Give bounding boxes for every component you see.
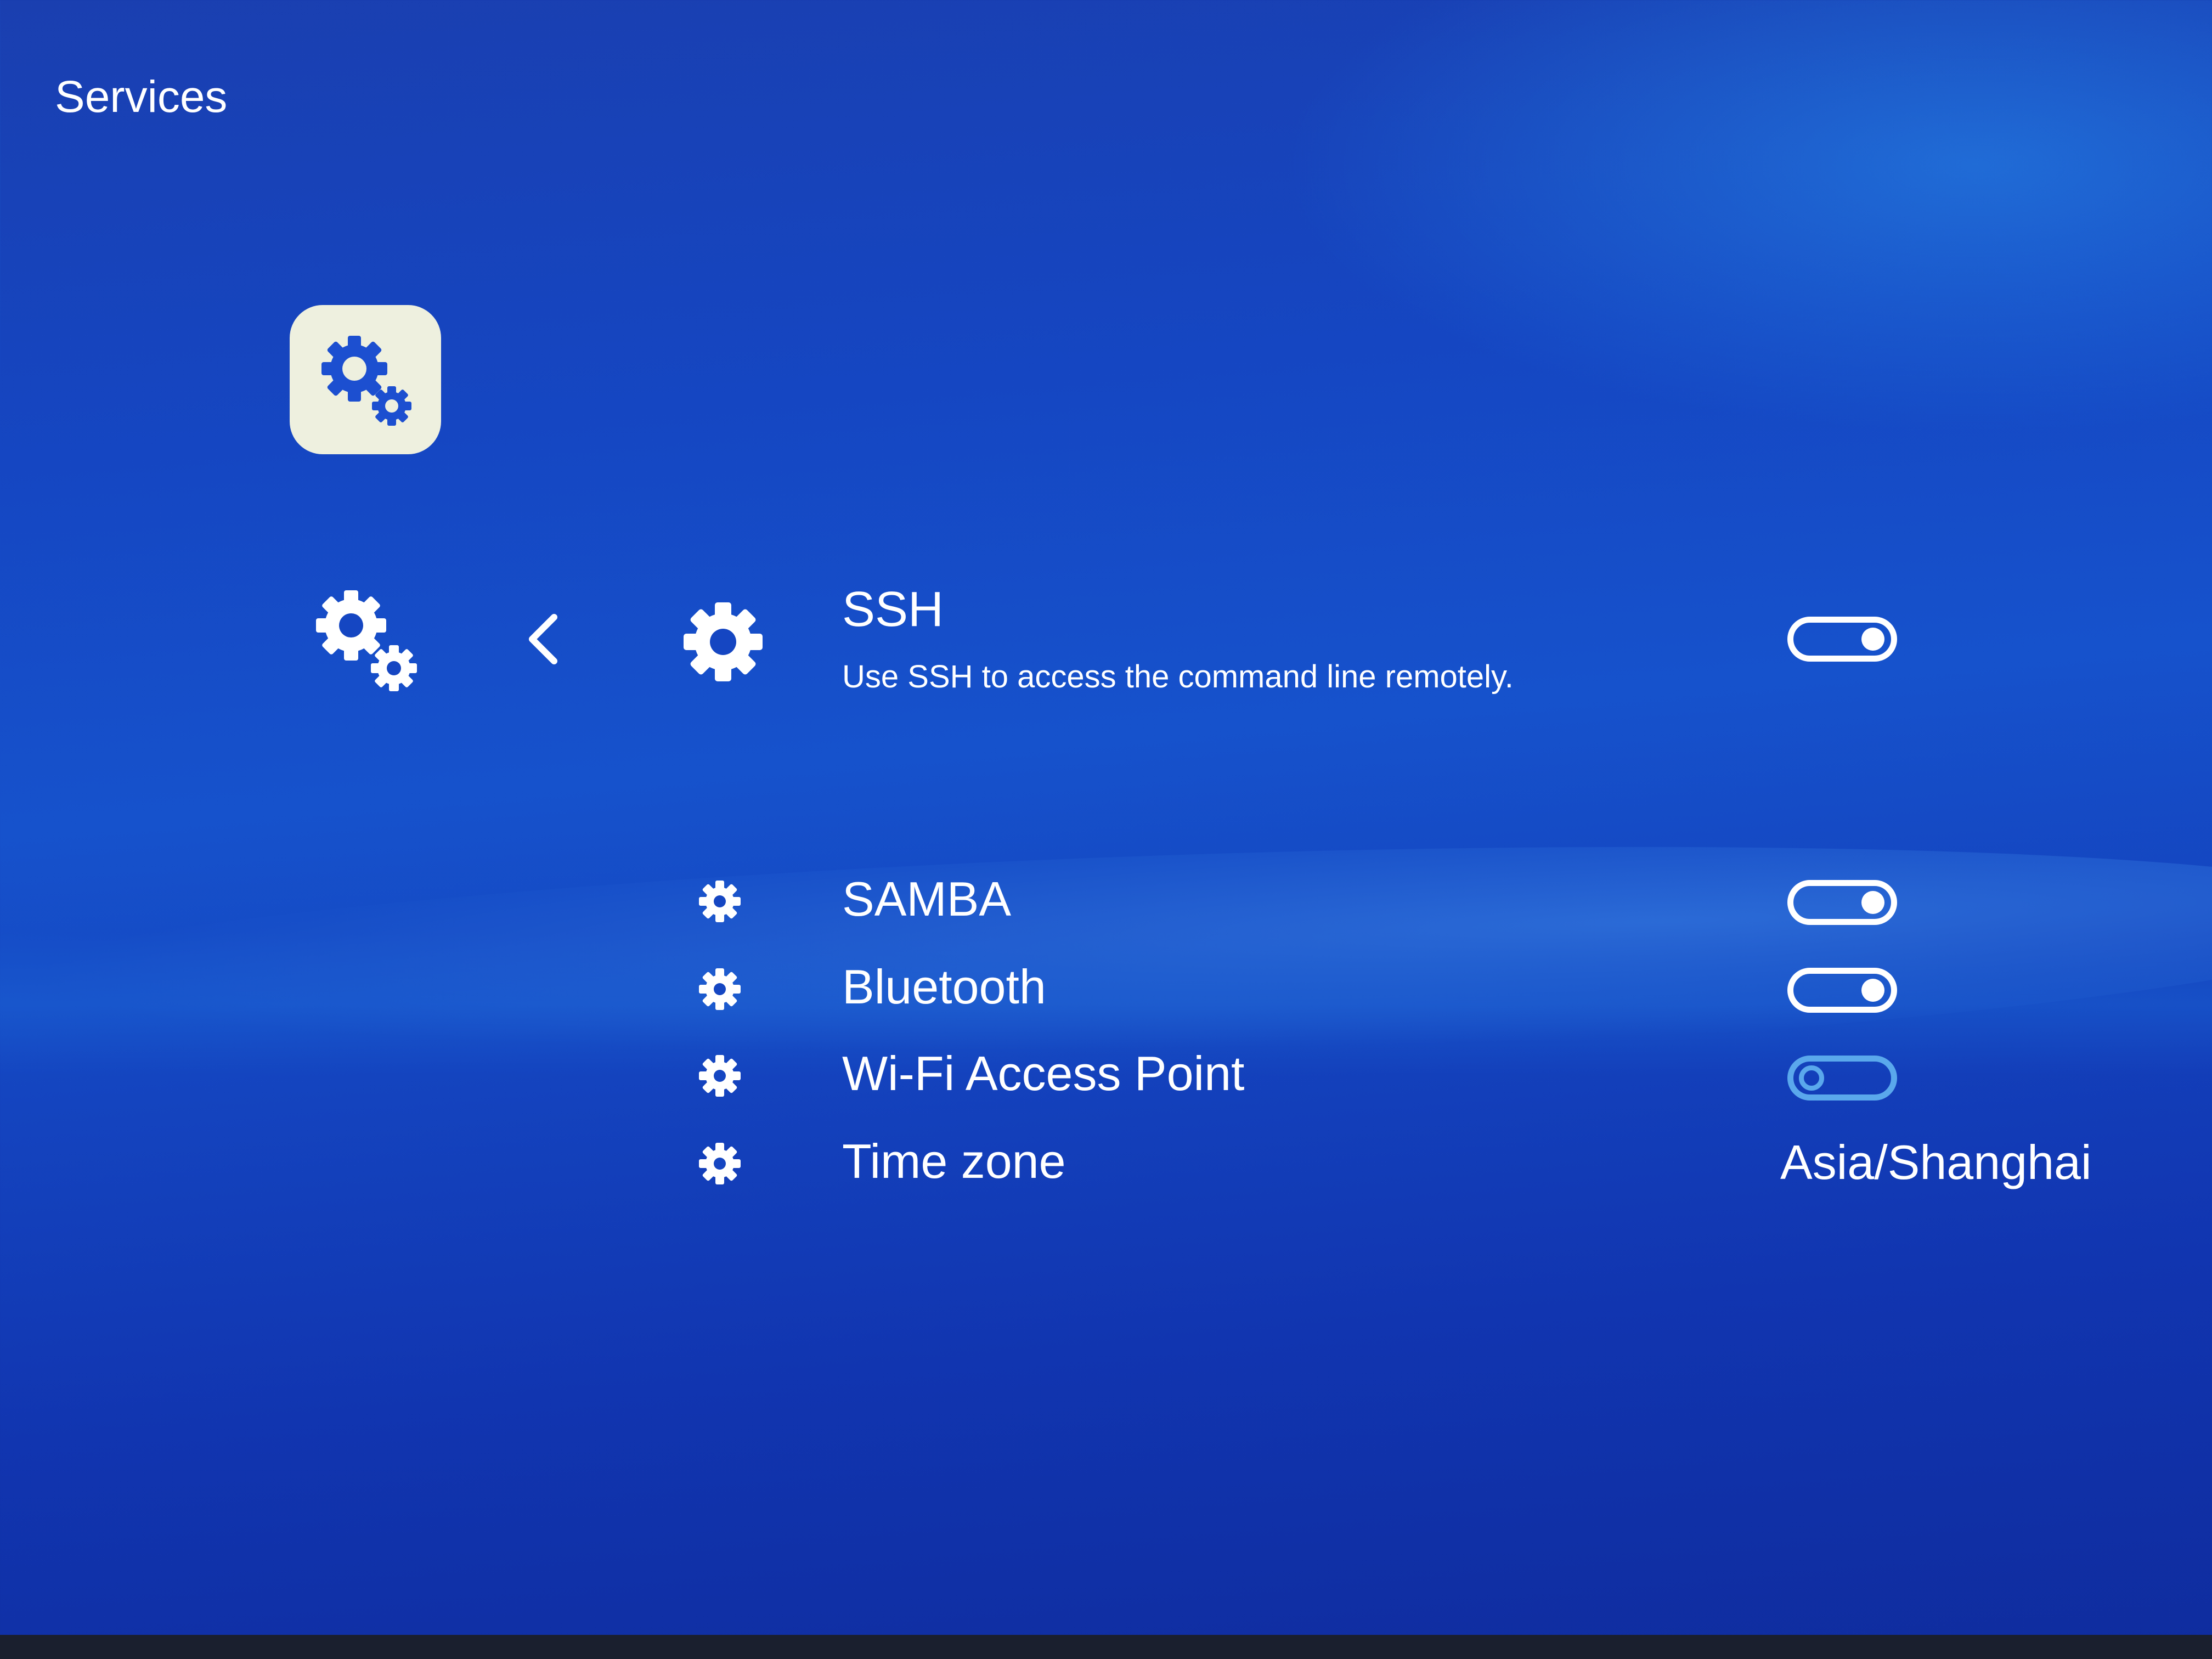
samba-toggle[interactable] xyxy=(1787,880,1897,925)
list-item-label: Time zone xyxy=(842,1134,1066,1188)
wifi-access-point-toggle[interactable] xyxy=(1787,1056,1897,1101)
gear-icon xyxy=(699,881,741,922)
services-app-tile xyxy=(290,305,441,454)
list-item-label: Bluetooth xyxy=(842,960,1046,1014)
screen-bottom-edge xyxy=(0,1635,2212,1659)
chevron-left-icon[interactable] xyxy=(521,609,565,669)
time-zone-value[interactable]: Asia/Shanghai xyxy=(1780,1135,2092,1190)
ssh-description: Use SSH to access the command line remot… xyxy=(842,659,1514,695)
toggle-knob xyxy=(1861,628,1884,651)
list-item-wifi-access-point[interactable]: Wi-Fi Access Point xyxy=(697,1039,2178,1110)
gear-icon xyxy=(699,968,741,1010)
page-title: Services xyxy=(55,72,228,122)
ssh-title[interactable]: SSH xyxy=(842,582,944,638)
list-item-label: Wi-Fi Access Point xyxy=(842,1046,1245,1101)
gear-icon xyxy=(699,1055,741,1097)
bluetooth-toggle[interactable] xyxy=(1787,968,1897,1013)
list-item-bluetooth[interactable]: Bluetooth xyxy=(697,952,2178,1024)
ssh-toggle[interactable] xyxy=(1787,617,1897,662)
list-item-samba[interactable]: SAMBA xyxy=(697,865,2178,936)
gears-icon xyxy=(316,590,417,691)
toggle-knob xyxy=(1799,1065,1824,1091)
list-item-label: SAMBA xyxy=(842,872,1012,926)
gear-icon xyxy=(699,1143,741,1184)
toggle-knob xyxy=(1861,891,1884,914)
gears-icon xyxy=(321,336,411,426)
gear-icon xyxy=(684,602,763,681)
toggle-knob xyxy=(1861,979,1884,1002)
